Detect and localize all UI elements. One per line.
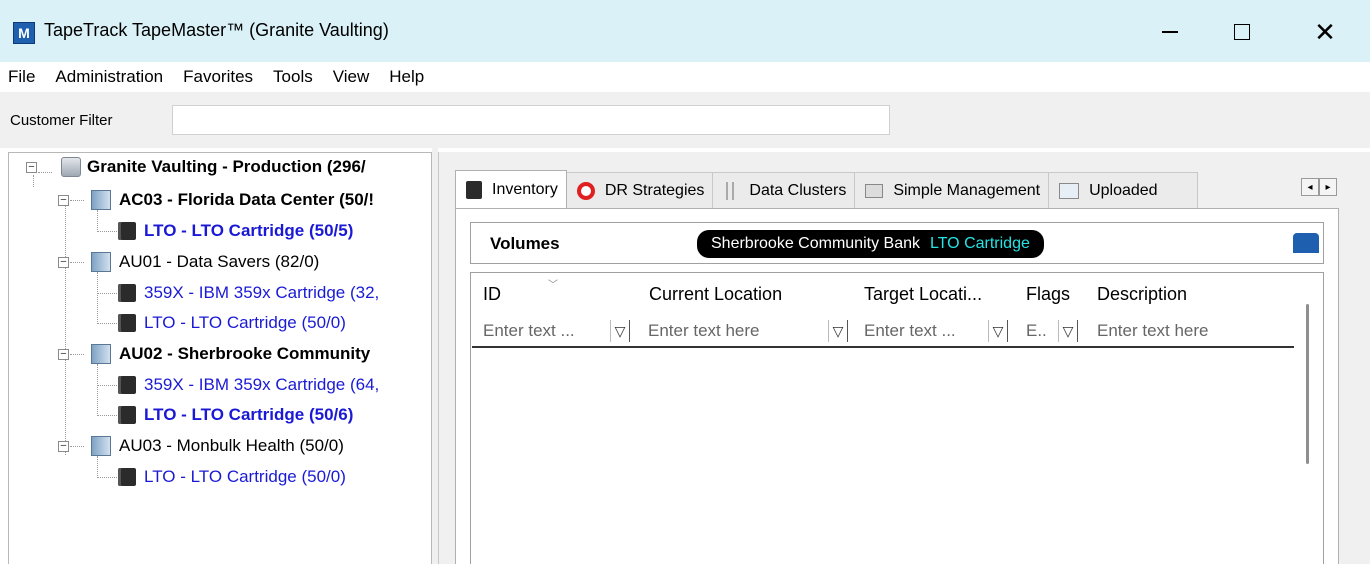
column-header-current-location[interactable]: Current Location (649, 284, 782, 305)
sort-indicator-icon: ﹀ (548, 280, 558, 291)
menu-view[interactable]: View (333, 67, 370, 87)
inventory-icon (466, 180, 482, 199)
volumes-label: Volumes (490, 234, 560, 253)
column-header-flags[interactable]: Flags (1026, 284, 1070, 305)
tape-icon (118, 284, 136, 302)
customer-icon (91, 344, 111, 364)
tree-customer-label: AU03 - Monbulk Health (50/0) (119, 436, 344, 455)
tab-data-clusters[interactable]: Data Clusters (712, 172, 856, 208)
tab-label: Uploaded (1089, 181, 1158, 199)
tab-strip: Inventory DR Strategies Data Clusters Si… (455, 170, 1199, 208)
tape-icon (118, 406, 136, 424)
customer-icon (91, 436, 111, 456)
tree-media-label: 359X - IBM 359x Cartridge (32, (144, 283, 380, 302)
collapse-icon[interactable]: − (58, 348, 69, 360)
tape-icon (118, 468, 136, 486)
chevron-left-icon: ◂ (1307, 181, 1313, 193)
simple-management-icon (865, 183, 884, 198)
filter-funnel-icon[interactable]: ▽ (610, 320, 630, 342)
collapse-icon[interactable]: − (58, 194, 69, 206)
chevron-right-icon: ▸ (1325, 181, 1331, 193)
tab-label: Simple Management (893, 181, 1041, 199)
tree-media-label: 359X - IBM 359x Cartridge (64, (144, 375, 380, 394)
menu-tools[interactable]: Tools (273, 67, 313, 87)
grid-vertical-scrollbar[interactable] (1306, 304, 1309, 464)
collapse-icon[interactable]: − (58, 440, 69, 452)
tree-node-media[interactable]: 359X - IBM 359x Cartridge (32, (118, 283, 379, 303)
menu-bar: File Administration Favorites Tools View… (0, 62, 1370, 92)
tree-node-customer-au03[interactable]: − AU03 - Monbulk Health (50/0) (58, 436, 344, 456)
collapse-icon[interactable]: − (26, 161, 37, 173)
tree-node-media[interactable]: LTO - LTO Cartridge (50/0) (118, 313, 346, 333)
tape-icon (118, 314, 136, 332)
tree-media-label: LTO - LTO Cartridge (50/5) (144, 221, 354, 240)
title-bar[interactable]: M TapeTrack TapeMaster™ (Granite Vaultin… (0, 0, 1370, 62)
tab-uploaded[interactable]: Uploaded (1048, 172, 1199, 208)
filter-input-description[interactable]: Enter text here (1097, 316, 1209, 346)
menu-favorites[interactable]: Favorites (183, 67, 253, 87)
customer-icon (91, 190, 111, 210)
tab-label: Inventory (492, 180, 558, 198)
tape-icon (118, 376, 136, 394)
tab-scroll-right-button[interactable]: ▸ (1319, 178, 1337, 196)
database-icon (61, 157, 81, 177)
app-icon[interactable]: M (13, 22, 35, 44)
tab-dr-strategies[interactable]: DR Strategies (565, 172, 714, 208)
tree-root-label: Granite Vaulting - Production (296/ (87, 157, 366, 176)
context-badge: Sherbrooke Community Bank LTO Cartridge (697, 230, 1044, 258)
menu-help[interactable]: Help (389, 67, 424, 87)
column-header-target-location[interactable]: Target Locati... (864, 284, 982, 305)
lifebuoy-icon (576, 181, 595, 200)
tab-simple-management[interactable]: Simple Management (854, 172, 1050, 208)
customer-filter-bar: Customer Filter (0, 92, 1370, 148)
filter-input-current-location[interactable]: Enter text here (648, 316, 760, 346)
column-header-id[interactable]: ID (483, 284, 501, 305)
collapse-icon[interactable]: − (58, 256, 69, 268)
tab-label: Data Clusters (749, 181, 847, 199)
tree-media-label: LTO - LTO Cartridge (50/0) (144, 313, 346, 332)
data-clusters-icon (723, 181, 740, 200)
customer-filter-label: Customer Filter (10, 112, 113, 129)
minimize-button[interactable] (1150, 14, 1190, 50)
tab-scroll-left-button[interactable]: ◂ (1301, 178, 1319, 196)
filter-input-id[interactable]: Enter text ... (483, 316, 575, 346)
tree-node-customer-au02[interactable]: − AU02 - Sherbrooke Community (58, 344, 370, 364)
filter-input-flags[interactable]: E.. (1026, 316, 1047, 346)
tree-media-label: LTO - LTO Cartridge (50/6) (144, 405, 354, 424)
tree-node-media-selected[interactable]: LTO - LTO Cartridge (50/6) (118, 405, 353, 425)
tree-customer-label: AC03 - Florida Data Center (50/! (119, 190, 375, 209)
tab-inventory[interactable]: Inventory (455, 170, 567, 208)
filter-funnel-icon[interactable]: ▽ (1058, 320, 1078, 342)
close-button[interactable]: ✕ (1305, 14, 1345, 50)
close-icon: ✕ (1314, 16, 1336, 47)
maximize-icon (1234, 24, 1250, 40)
filter-input-target-location[interactable]: Enter text ... (864, 316, 956, 346)
tree-node-customer-ac03[interactable]: − AC03 - Florida Data Center (50/! (58, 190, 374, 210)
menu-administration[interactable]: Administration (55, 67, 163, 87)
tree-node-media[interactable]: 359X - IBM 359x Cartridge (64, (118, 375, 379, 395)
filter-funnel-icon[interactable]: ▽ (988, 320, 1008, 342)
minimize-icon (1162, 31, 1178, 33)
context-customer: Sherbrooke Community Bank (711, 235, 920, 252)
column-header-description[interactable]: Description (1097, 284, 1187, 305)
context-media: LTO Cartridge (929, 235, 1030, 252)
upload-icon (1059, 182, 1080, 199)
tree-customer-label: AU02 - Sherbrooke Community (119, 344, 371, 363)
menu-file[interactable]: File (8, 67, 35, 87)
grid-header-divider (472, 346, 1294, 348)
tree-node-media[interactable]: LTO - LTO Cartridge (50/0) (118, 467, 346, 487)
customer-icon (91, 252, 111, 272)
window-title: TapeTrack TapeMaster™ (Granite Vaulting) (44, 20, 389, 40)
tree-node-customer-au01[interactable]: − AU01 - Data Savers (82/0) (58, 252, 319, 272)
tree-customer-label: AU01 - Data Savers (82/0) (119, 252, 320, 271)
tree-node-media[interactable]: LTO - LTO Cartridge (50/5) (118, 221, 353, 241)
tape-icon (118, 222, 136, 240)
tree-media-label: LTO - LTO Cartridge (50/0) (144, 467, 346, 486)
maximize-button[interactable] (1222, 14, 1262, 50)
volumes-menu-icon[interactable] (1293, 233, 1319, 253)
filter-funnel-icon[interactable]: ▽ (828, 320, 848, 342)
customer-filter-input[interactable] (172, 105, 890, 135)
tree-node-root[interactable]: − Granite Vaulting - Production (296/ (26, 157, 366, 177)
tab-label: DR Strategies (604, 181, 705, 199)
